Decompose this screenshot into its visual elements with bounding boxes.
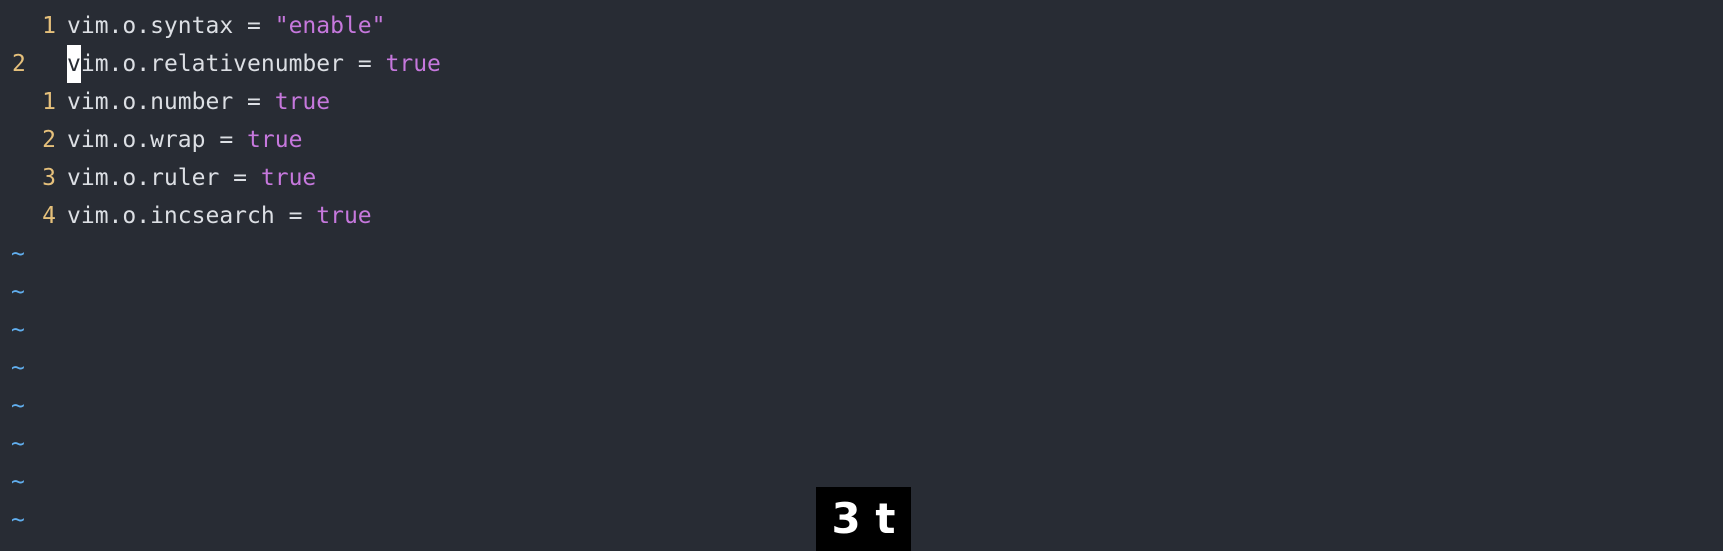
option-name: vim.o.incsearch <box>67 203 275 229</box>
tilde-marker: ~ <box>11 241 25 267</box>
text-cursor: v <box>67 45 81 83</box>
empty-line-filler: ~ <box>0 425 1723 463</box>
operator: = <box>343 51 386 77</box>
code-text[interactable]: vim.o.syntax = "enable" <box>67 7 386 45</box>
operator: = <box>274 203 317 229</box>
code-text[interactable]: vim.o.wrap = true <box>67 121 302 159</box>
tilde-marker: ~ <box>11 355 25 381</box>
code-text[interactable]: vim.o.ruler = true <box>67 159 316 197</box>
buffer-line[interactable]: 2 vim.o.wrap = true <box>0 121 1723 159</box>
code-text[interactable]: vim.o.incsearch = true <box>67 197 372 235</box>
buffer-line-current[interactable]: 2 vim.o.relativenumber = true <box>0 45 1723 83</box>
buffer-line[interactable]: 4 vim.o.incsearch = true <box>0 197 1723 235</box>
empty-line-filler: ~ <box>0 311 1723 349</box>
line-number: 1 <box>42 13 56 39</box>
option-value: "enable" <box>274 13 386 39</box>
buffer-line[interactable]: 1 vim.o.syntax = "enable" <box>0 7 1723 45</box>
option-value: true <box>260 165 317 191</box>
tilde-marker: ~ <box>11 393 25 419</box>
empty-line-filler: ~ <box>0 273 1723 311</box>
tilde-marker: ~ <box>11 469 25 495</box>
line-number: 2 <box>42 127 56 153</box>
line-number: 4 <box>42 203 56 229</box>
option-value: true <box>274 89 331 115</box>
operator: = <box>219 165 261 191</box>
operator: = <box>233 89 275 115</box>
buffer-line[interactable]: 1 vim.o.number = true <box>0 83 1723 121</box>
option-value: true <box>316 203 372 229</box>
empty-line-filler: ~ <box>0 387 1723 425</box>
current-line-number: 2 <box>12 51 26 77</box>
buffer-line[interactable]: 3 vim.o.ruler = true <box>0 159 1723 197</box>
code-text[interactable]: vim.o.relativenumber = true <box>67 45 441 83</box>
empty-line-filler: ~ <box>0 349 1723 387</box>
empty-line-filler: ~ <box>0 235 1723 273</box>
option-value: true <box>247 127 303 153</box>
option-name: vim.o.syntax <box>67 13 234 39</box>
option-name: vim.o.ruler <box>67 165 220 191</box>
operator: = <box>233 13 275 39</box>
tilde-marker: ~ <box>11 431 25 457</box>
line-number: 1 <box>42 89 56 115</box>
code-text[interactable]: vim.o.number = true <box>67 83 330 121</box>
tilde-marker: ~ <box>11 279 25 305</box>
operator: = <box>205 127 248 153</box>
option-value: true <box>385 51 441 77</box>
tilde-marker: ~ <box>11 507 25 533</box>
option-name: vim.o.wrap <box>67 127 206 153</box>
option-name: im.o.relativenumber <box>80 51 344 77</box>
tilde-marker: ~ <box>11 317 25 343</box>
keystroke-overlay: 3 t <box>816 487 911 551</box>
option-name: vim.o.number <box>67 89 234 115</box>
editor-buffer[interactable]: 1 vim.o.syntax = "enable" 2 vim.o.relati… <box>0 7 1723 539</box>
line-number: 3 <box>42 165 56 191</box>
